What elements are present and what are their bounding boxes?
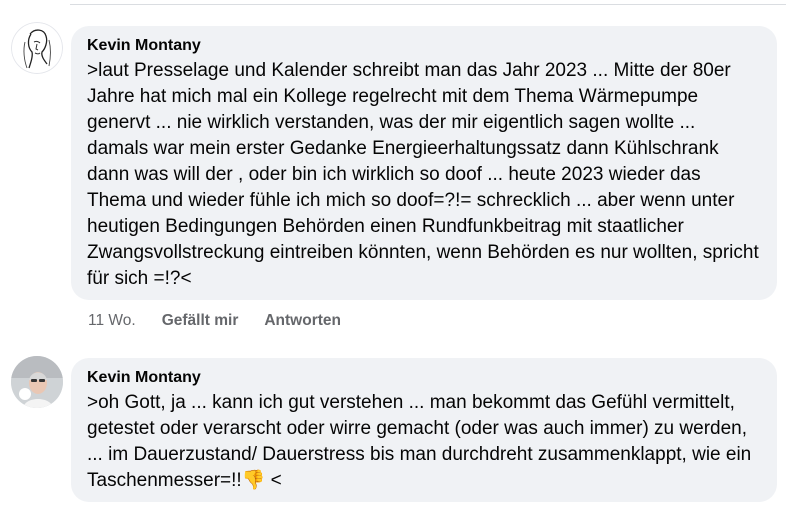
comment-text: >oh Gott, ja ... kann ich gut verstehen … (87, 390, 761, 494)
comment-text-part: >oh Gott, ja ... kann ich gut verstehen … (87, 392, 752, 491)
photo-avatar-icon (11, 356, 63, 408)
comment-bubble: Kevin Montany >oh Gott, ja ... kann ich … (71, 358, 777, 502)
avatar[interactable] (11, 356, 63, 408)
sketch-portrait-avatar-icon (11, 22, 63, 74)
reply-button[interactable]: Antworten (264, 312, 341, 330)
comment-author[interactable]: Kevin Montany (87, 36, 201, 56)
avatar[interactable] (11, 22, 63, 74)
comment-text: >laut Presselage und Kalender schreibt m… (87, 60, 759, 289)
comment-bubble: Kevin Montany >laut Presselage und Kalen… (71, 26, 777, 300)
comment-actions: 11 Wo. Gefällt mir Antworten (88, 312, 341, 330)
thumbs-down-emoji-icon: 👎 (241, 470, 266, 491)
like-button[interactable]: Gefällt mir (162, 312, 239, 330)
comment-timestamp: 11 Wo. (88, 312, 136, 329)
comment-author[interactable]: Kevin Montany (87, 368, 201, 388)
divider-line (70, 4, 786, 5)
comment-text-end: < (265, 470, 282, 491)
